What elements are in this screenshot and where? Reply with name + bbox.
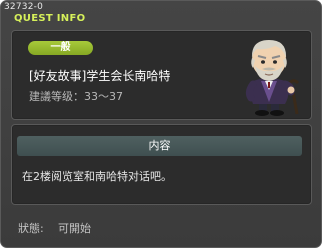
quest-info-window: 32732-0 QUEST INFO 一般 [好友故事]学生会长南哈特 建議等级…	[0, 0, 322, 248]
quest-description: 在2楼阅览室和南哈特对话吧。	[22, 170, 172, 183]
status-value: 可開始	[58, 222, 91, 235]
quest-name: [好友故事]学生会长南哈特	[29, 69, 171, 83]
quest-summary-panel: 一般 [好友故事]学生会长南哈特 建議等级：33～37	[11, 30, 312, 120]
recommended-level: 建議等级：33～37	[29, 90, 123, 103]
quest-id: 32732-0	[4, 2, 44, 12]
npc-portrait-icon	[245, 40, 300, 116]
content-section-header: 内容	[17, 136, 302, 156]
quest-details-panel: 内容 在2楼阅览室和南哈特对话吧。	[11, 124, 312, 205]
window-title: QUEST INFO	[14, 13, 86, 24]
difficulty-badge: 一般	[28, 41, 93, 55]
status-label: 狀態:	[18, 222, 44, 235]
